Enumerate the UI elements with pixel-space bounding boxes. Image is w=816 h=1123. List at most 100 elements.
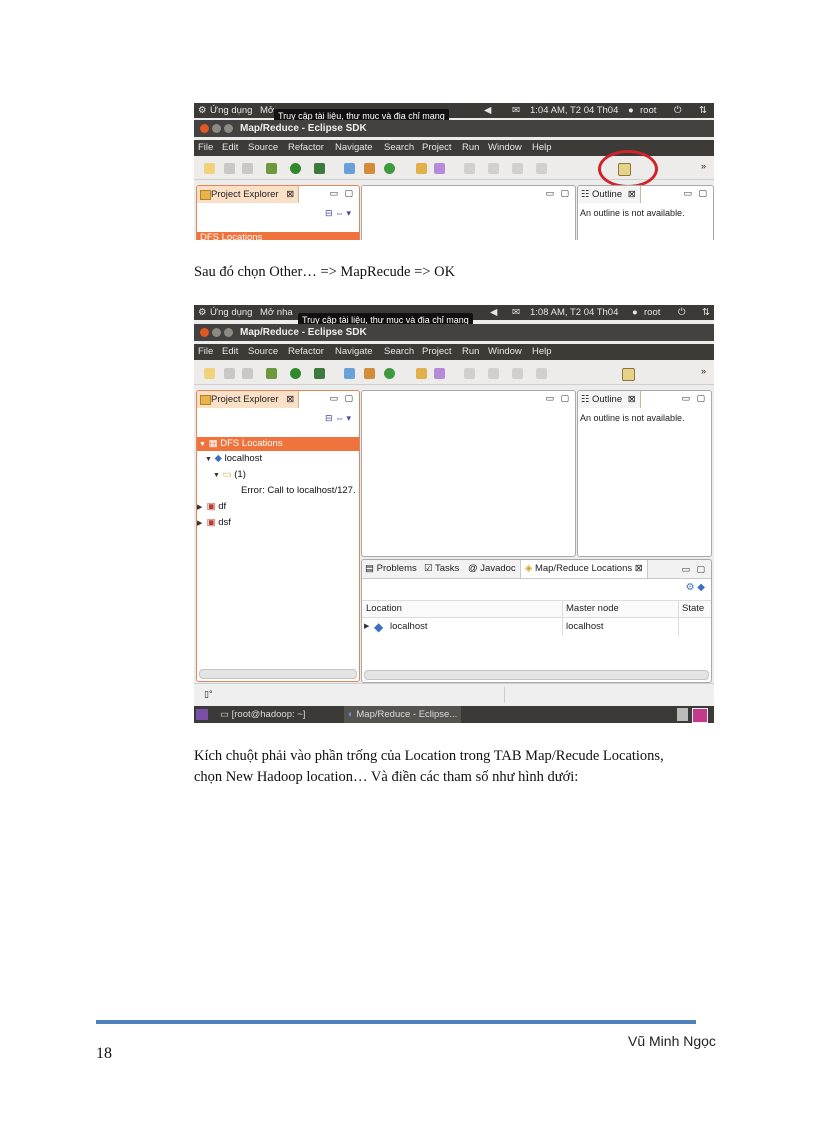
menu-edit[interactable]: Edit bbox=[222, 344, 238, 360]
menu-window[interactable]: Window bbox=[488, 140, 522, 156]
tree-row-dsf[interactable]: ▶ ▣ dsf bbox=[197, 517, 231, 528]
menu-source[interactable]: Source bbox=[248, 344, 278, 360]
close-tab-icon[interactable]: ⊠ bbox=[286, 394, 294, 405]
collapse-arrow-icon[interactable]: ▶ bbox=[197, 519, 204, 527]
toolbar-overflow-icon[interactable]: » bbox=[701, 366, 706, 376]
menu-file[interactable]: File bbox=[198, 140, 213, 156]
close-outline-icon[interactable]: ⊠ bbox=[628, 394, 636, 405]
close-tab-icon[interactable]: ⊠ bbox=[286, 189, 294, 200]
search-icon[interactable] bbox=[434, 163, 445, 174]
network-icon[interactable]: ⇅ bbox=[699, 103, 707, 118]
trash-icon[interactable] bbox=[677, 708, 688, 721]
horizontal-scrollbar[interactable] bbox=[364, 670, 709, 680]
menu-file[interactable]: File bbox=[198, 344, 213, 360]
menu-navigate[interactable]: Navigate bbox=[335, 344, 373, 360]
collapse-arrow-icon[interactable]: ▶ bbox=[364, 618, 371, 636]
back-icon[interactable] bbox=[512, 368, 523, 379]
menu-search[interactable]: Search bbox=[384, 344, 414, 360]
minimize-window-icon[interactable] bbox=[212, 124, 221, 133]
expand-arrow-icon[interactable]: ▼ bbox=[205, 456, 212, 463]
power-icon[interactable]: ⏻ bbox=[678, 305, 686, 320]
applications-menu[interactable]: Ứng dụng bbox=[210, 305, 252, 320]
fast-view-icon[interactable]: ▯° bbox=[204, 689, 213, 700]
menu-refactor[interactable]: Refactor bbox=[288, 344, 324, 360]
tab-outline[interactable]: ☷ Outline ⊠ bbox=[578, 391, 641, 408]
tree-row-localhost[interactable]: ▼ ◆ localhost bbox=[205, 453, 262, 464]
mail-icon[interactable]: ✉ bbox=[512, 103, 520, 118]
minimize-window-icon[interactable] bbox=[212, 328, 221, 337]
menu-project[interactable]: Project bbox=[422, 344, 452, 360]
table-row[interactable]: ▶ ◆ localhost localhost bbox=[362, 618, 711, 636]
menu-navigate[interactable]: Navigate bbox=[335, 140, 373, 156]
menu-search[interactable]: Search bbox=[384, 140, 414, 156]
new-icon[interactable] bbox=[204, 368, 215, 379]
close-window-icon[interactable] bbox=[200, 328, 209, 337]
tab-project-explorer[interactable]: Project Explorer ⊠ bbox=[197, 186, 300, 203]
tab-tasks[interactable]: ☑ Tasks bbox=[424, 560, 459, 578]
forward-icon[interactable] bbox=[536, 368, 547, 379]
show-desktop-icon[interactable] bbox=[196, 709, 208, 720]
prev-annotation-icon[interactable] bbox=[488, 163, 499, 174]
menu-source[interactable]: Source bbox=[248, 140, 278, 156]
ubuntu-logo-icon[interactable]: ⚙ bbox=[198, 103, 207, 118]
power-icon[interactable]: ⏻ bbox=[674, 103, 682, 118]
eclipse-task[interactable]: ◐ Map/Reduce - Eclipse... bbox=[344, 706, 462, 723]
workspace-switcher-icon[interactable] bbox=[692, 708, 708, 723]
outline-controls[interactable]: ▭ ▢ bbox=[683, 188, 709, 199]
user-name[interactable]: root bbox=[644, 305, 660, 320]
col-location[interactable]: Location bbox=[366, 601, 402, 617]
new-class-icon[interactable] bbox=[384, 163, 395, 174]
volume-icon[interactable]: ◀ bbox=[490, 305, 497, 320]
new-icon[interactable] bbox=[204, 163, 215, 174]
print-icon[interactable] bbox=[242, 368, 253, 379]
toolbar-overflow-icon[interactable]: » bbox=[701, 161, 706, 171]
next-annotation-icon[interactable] bbox=[464, 163, 475, 174]
next-annotation-icon[interactable] bbox=[464, 368, 475, 379]
expand-arrow-icon[interactable]: ▼ bbox=[199, 438, 206, 452]
mail-icon[interactable]: ✉ bbox=[512, 305, 520, 320]
save-icon[interactable] bbox=[224, 163, 235, 174]
menu-window[interactable]: Window bbox=[488, 344, 522, 360]
new-package-icon[interactable] bbox=[364, 368, 375, 379]
forward-icon[interactable] bbox=[536, 163, 547, 174]
view-controls[interactable]: ▭ ▢ bbox=[329, 188, 355, 199]
user-name[interactable]: root bbox=[640, 103, 656, 118]
collapse-arrow-icon[interactable]: ▶ bbox=[197, 503, 204, 511]
tab-outline[interactable]: ☷ Outline ⊠ bbox=[578, 186, 641, 203]
close-tab-icon[interactable]: ⊠ bbox=[635, 563, 643, 574]
horizontal-scrollbar[interactable] bbox=[199, 669, 357, 679]
menu-project[interactable]: Project bbox=[422, 140, 452, 156]
view-action-icons[interactable]: ⚙ ◆ bbox=[686, 582, 705, 593]
maximize-window-icon[interactable] bbox=[224, 124, 233, 133]
open-perspective-icon[interactable] bbox=[622, 368, 635, 381]
tab-project-explorer[interactable]: Project Explorer ⊠ bbox=[197, 391, 300, 408]
clock[interactable]: 1:08 AM, T2 04 Th04 bbox=[530, 305, 618, 320]
tab-problems[interactable]: ▤ Problems bbox=[365, 560, 417, 578]
run-icon[interactable] bbox=[290, 163, 301, 174]
editor-controls[interactable]: ▭ ▢ bbox=[545, 188, 571, 199]
external-tools-icon[interactable] bbox=[314, 163, 325, 174]
debug-icon[interactable] bbox=[266, 368, 277, 379]
outline-controls[interactable]: ▭ ▢ bbox=[681, 393, 707, 404]
menu-help[interactable]: Help bbox=[532, 344, 552, 360]
maximize-window-icon[interactable] bbox=[224, 328, 233, 337]
debug-icon[interactable] bbox=[266, 163, 277, 174]
search-icon[interactable] bbox=[434, 368, 445, 379]
close-window-icon[interactable] bbox=[200, 124, 209, 133]
menu-refactor[interactable]: Refactor bbox=[288, 140, 324, 156]
col-master-node[interactable]: Master node bbox=[562, 601, 619, 617]
new-java-project-icon[interactable] bbox=[344, 368, 355, 379]
network-icon[interactable]: ⇅ bbox=[702, 305, 710, 320]
close-outline-icon[interactable]: ⊠ bbox=[628, 189, 636, 200]
new-java-project-icon[interactable] bbox=[344, 163, 355, 174]
new-class-icon[interactable] bbox=[384, 368, 395, 379]
tree-row-dfs-locations[interactable]: DFS Locations bbox=[197, 232, 359, 240]
run-icon[interactable] bbox=[290, 368, 301, 379]
new-package-icon[interactable] bbox=[364, 163, 375, 174]
clock[interactable]: 1:04 AM, T2 04 Th04 bbox=[530, 103, 618, 118]
col-state[interactable]: State bbox=[678, 601, 704, 617]
terminal-task[interactable]: ▭ [root@hadoop: ~] bbox=[220, 706, 305, 723]
menu-run[interactable]: Run bbox=[462, 344, 479, 360]
menu-edit[interactable]: Edit bbox=[222, 140, 238, 156]
open-type-icon[interactable] bbox=[416, 163, 427, 174]
